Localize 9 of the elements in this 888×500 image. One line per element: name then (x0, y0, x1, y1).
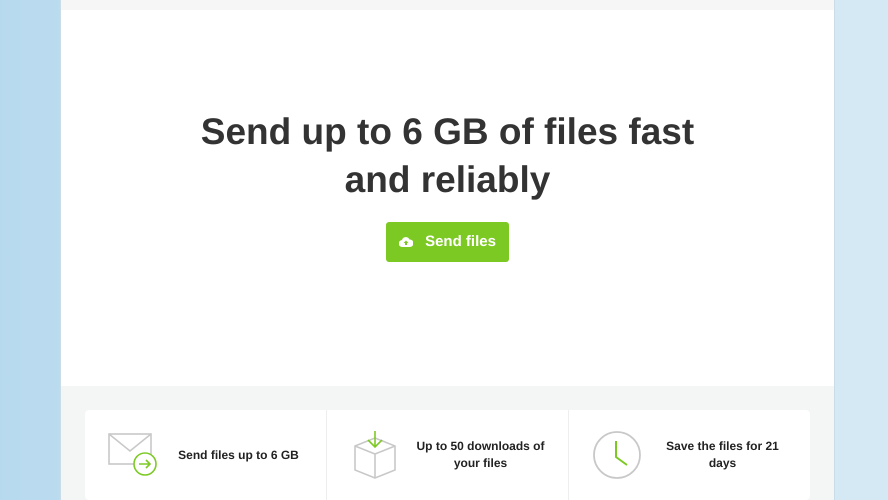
clock-icon (592, 430, 642, 480)
feature-text: Save the files for 21 days (665, 438, 780, 472)
envelope-arrow-icon (108, 433, 158, 477)
send-files-button[interactable]: Send files (386, 222, 509, 262)
cloud-upload-icon (399, 236, 414, 248)
box-download-icon (353, 430, 397, 480)
feature-text: Up to 50 downloads of your files (416, 438, 546, 472)
hero-title: Send up to 6 GB of files fast and reliably (200, 110, 696, 202)
feature-text: Send files up to 6 GB (177, 446, 300, 464)
